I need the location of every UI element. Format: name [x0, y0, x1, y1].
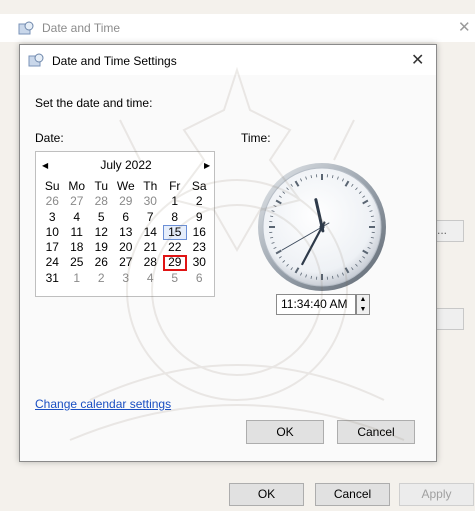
- weekday-header: Tu: [94, 179, 109, 193]
- date-time-icon: [28, 53, 44, 67]
- time-input[interactable]: 11:34:40 AM: [276, 294, 356, 315]
- calendar-grid: Su Mo Tu We Th Fr Sa 26 27 28 29 30 1 2 3 4 5 6 7 8 9 10 11 12 1…: [40, 179, 212, 286]
- outer-apply-button[interactable]: Apply: [399, 483, 474, 506]
- calendar-day[interactable]: 24: [40, 255, 65, 270]
- calendar-day[interactable]: 30: [187, 255, 212, 270]
- calendar-day[interactable]: 28: [138, 255, 163, 270]
- calendar-day[interactable]: 9: [187, 210, 212, 225]
- weekday-header: We: [116, 179, 135, 193]
- calendar-day[interactable]: 27: [114, 255, 139, 270]
- date-label: Date:: [35, 131, 64, 145]
- calendar-day[interactable]: 22: [163, 240, 188, 255]
- outer-window-title: Date and Time: [42, 21, 121, 35]
- calendar-day[interactable]: 20: [114, 240, 139, 255]
- cancel-button[interactable]: Cancel: [337, 420, 415, 444]
- change-calendar-settings-link[interactable]: Change calendar settings: [35, 397, 171, 411]
- clock-center: [319, 224, 325, 230]
- calendar-day[interactable]: 2: [187, 194, 212, 209]
- calendar-day[interactable]: 31: [40, 271, 65, 286]
- weekday-header: Mo: [68, 179, 86, 193]
- calendar-day[interactable]: 4: [138, 271, 163, 286]
- set-date-time-label: Set the date and time:: [35, 96, 153, 110]
- ok-button[interactable]: OK: [246, 420, 324, 444]
- calendar-day[interactable]: 6: [114, 210, 139, 225]
- date-time-icon: [18, 21, 34, 35]
- calendar-day[interactable]: 4: [65, 210, 90, 225]
- calendar-day[interactable]: 1: [65, 271, 90, 286]
- calendar-month-label[interactable]: July 2022: [36, 158, 216, 172]
- calendar-day[interactable]: 25: [65, 255, 90, 270]
- calendar-day-today[interactable]: 15: [162, 224, 187, 241]
- calendar-day[interactable]: 19: [89, 240, 114, 255]
- calendar-day[interactable]: 8: [163, 210, 188, 225]
- analog-clock: [258, 163, 386, 291]
- calendar-day[interactable]: 23: [187, 240, 212, 255]
- weekday-header: Fr: [169, 179, 181, 193]
- outer-title-bar: Date and Time ✕: [0, 14, 475, 42]
- spin-up-icon[interactable]: ▲: [357, 295, 369, 304]
- calendar-day[interactable]: 30: [138, 194, 163, 209]
- next-month-icon[interactable]: ▶: [204, 161, 210, 170]
- dialog-title: Date and Time Settings: [52, 54, 177, 68]
- calendar-day[interactable]: 21: [138, 240, 163, 255]
- outer-side-button[interactable]: [434, 308, 464, 330]
- calendar-day[interactable]: 14: [138, 225, 163, 240]
- dialog-title-bar: Date and Time Settings ✕: [20, 45, 436, 75]
- weekday-header: Su: [44, 179, 60, 193]
- calendar-day[interactable]: 13: [114, 225, 139, 240]
- calendar-day[interactable]: 18: [65, 240, 90, 255]
- calendar-day[interactable]: 10: [40, 225, 65, 240]
- outer-ok-button[interactable]: OK: [229, 483, 304, 506]
- calendar-day-selected[interactable]: 29: [162, 255, 187, 271]
- calendar-day[interactable]: 11: [65, 225, 90, 240]
- calendar-day[interactable]: 1: [163, 194, 188, 209]
- calendar: ◀ July 2022 ▶ Su Mo Tu We Th Fr Sa 26 27 28 29 30 1 2…: [35, 151, 215, 297]
- calendar-day[interactable]: 3: [114, 271, 139, 286]
- weekday-header: Th: [143, 179, 158, 193]
- calendar-day[interactable]: 27: [65, 194, 90, 209]
- calendar-day[interactable]: 6: [187, 271, 212, 286]
- calendar-day[interactable]: 5: [89, 210, 114, 225]
- time-spinner[interactable]: ▲ ▼: [356, 294, 370, 315]
- close-icon[interactable]: ✕: [411, 50, 424, 70]
- calendar-day[interactable]: 3: [40, 210, 65, 225]
- calendar-day[interactable]: 16: [187, 225, 212, 240]
- time-label: Time:: [241, 131, 271, 145]
- calendar-day[interactable]: 17: [40, 240, 65, 255]
- date-time-settings-dialog: Date and Time Settings ✕ Set the date an…: [19, 44, 437, 462]
- outer-cancel-button[interactable]: Cancel: [315, 483, 390, 506]
- calendar-day[interactable]: 26: [89, 255, 114, 270]
- calendar-day[interactable]: 5: [163, 271, 188, 286]
- calendar-day[interactable]: 2: [89, 271, 114, 286]
- outer-close-icon[interactable]: ✕: [458, 18, 471, 36]
- weekday-header: Sa: [191, 179, 207, 193]
- calendar-day[interactable]: 28: [89, 194, 114, 209]
- spin-down-icon[interactable]: ▼: [357, 305, 369, 314]
- outer-change-button[interactable]: ...: [434, 220, 464, 242]
- calendar-day[interactable]: 7: [138, 210, 163, 225]
- calendar-day[interactable]: 26: [40, 194, 65, 209]
- calendar-day[interactable]: 29: [114, 194, 139, 209]
- calendar-day[interactable]: 12: [89, 225, 114, 240]
